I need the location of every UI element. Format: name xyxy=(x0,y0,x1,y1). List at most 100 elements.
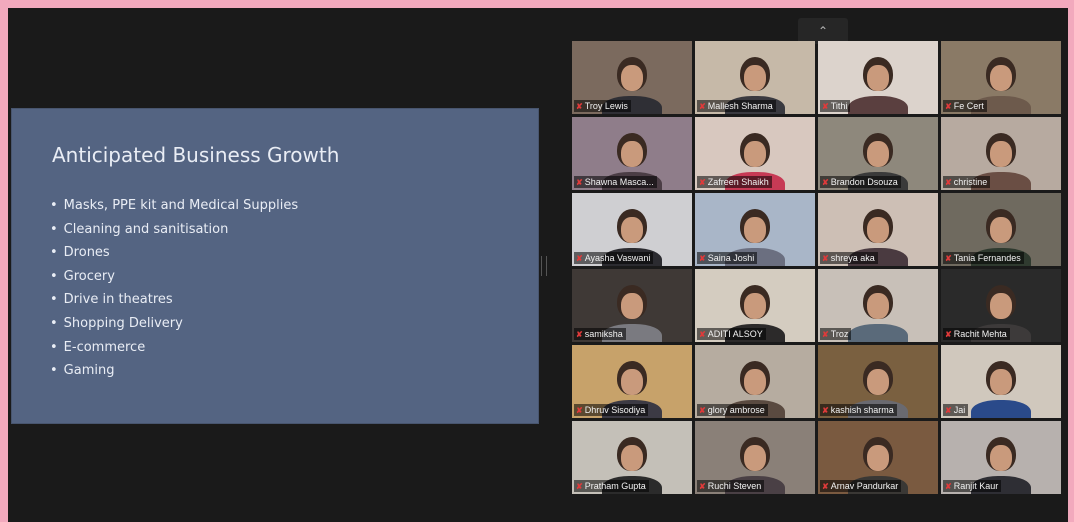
slide-bullet: Gaming xyxy=(50,359,298,383)
participant-name-label: ✘ Ruchi Steven xyxy=(697,480,765,492)
participant-name-label: ✘ Pratham Gupta xyxy=(574,480,649,492)
participant-gallery: ✘ Troy Lewis ✘ Mallesh Sharma ✘ Tithi ✘ Fe Cert… xyxy=(572,41,1061,494)
participant-video-tile[interactable]: ✘ Tithi xyxy=(818,41,938,114)
participant-name: Jai xyxy=(953,405,966,415)
panel-resize-handle[interactable] xyxy=(541,256,547,276)
participant-video-tile[interactable]: ✘ ADITI ALSOY xyxy=(695,269,815,342)
participant-name-label: ✘ Arnav Pandurkar xyxy=(820,480,902,492)
muted-mic-icon: ✘ xyxy=(576,481,583,491)
muted-mic-icon: ✘ xyxy=(945,177,952,187)
participant-name-label: ✘ shreya aka xyxy=(820,252,878,264)
participant-face xyxy=(867,141,889,167)
participant-video-tile[interactable]: ✘ Zafreen Shaikh xyxy=(695,117,815,190)
participant-video-tile[interactable]: ✘ Rachit Mehta xyxy=(941,269,1061,342)
participant-face xyxy=(621,445,643,471)
participant-video-tile[interactable]: ✘ shreya aka xyxy=(818,193,938,266)
muted-mic-icon: ✘ xyxy=(576,329,583,339)
muted-mic-icon: ✘ xyxy=(576,405,583,415)
slide-bullet-list: Masks, PPE kit and Medical Supplies Clea… xyxy=(50,194,298,383)
participant-name: samiksha xyxy=(584,329,623,339)
participant-face xyxy=(867,217,889,243)
participant-face xyxy=(744,217,766,243)
participant-face xyxy=(744,369,766,395)
participant-name: Tithi xyxy=(830,101,848,111)
participant-video-tile[interactable]: ✘ christine xyxy=(941,117,1061,190)
participant-name: Rachit Mehta xyxy=(953,329,1007,339)
chevron-up-icon: ⌃ xyxy=(817,24,829,38)
participant-name-label: ✘ samiksha xyxy=(574,328,626,340)
participant-name: Arnav Pandurkar xyxy=(830,481,899,491)
participant-name-label: ✘ Rachit Mehta xyxy=(943,328,1010,340)
participant-video-tile[interactable]: ✘ Mallesh Sharma xyxy=(695,41,815,114)
participant-name-label: ✘ Ranjit Kaur xyxy=(943,480,1002,492)
participant-name-label: ✘ Mallesh Sharma xyxy=(697,100,776,112)
muted-mic-icon: ✘ xyxy=(822,177,829,187)
muted-mic-icon: ✘ xyxy=(945,405,952,415)
participant-silhouette-body xyxy=(848,324,908,342)
participant-face xyxy=(744,445,766,471)
shared-screen-slide: Anticipated Business Growth Masks, PPE k… xyxy=(11,108,539,424)
participant-face xyxy=(621,141,643,167)
muted-mic-icon: ✘ xyxy=(699,101,706,111)
participant-face xyxy=(990,445,1012,471)
participant-video-tile[interactable]: ✘ Ruchi Steven xyxy=(695,421,815,494)
participant-video-tile[interactable]: ✘ Pratham Gupta xyxy=(572,421,692,494)
participant-name-label: ✘ Fe Cert xyxy=(943,100,987,112)
participant-video-tile[interactable]: ✘ Saina Joshi xyxy=(695,193,815,266)
participant-name: ADITI ALSOY xyxy=(707,329,763,339)
participant-video-tile[interactable]: ✘ samiksha xyxy=(572,269,692,342)
participant-name-label: ✘ Troz xyxy=(820,328,852,340)
participant-video-tile[interactable]: ✘ Fe Cert xyxy=(941,41,1061,114)
participant-video-tile[interactable]: ✘ Ranjit Kaur xyxy=(941,421,1061,494)
participant-video-tile[interactable]: ✘ Jai xyxy=(941,345,1061,418)
participant-name-label: ✘ Shawna Masca... xyxy=(574,176,657,188)
participant-name-label: ✘ Ayasha Vaswani xyxy=(574,252,654,264)
participant-name: Zafreen Shaikh xyxy=(707,177,769,187)
participant-face xyxy=(867,293,889,319)
participant-face xyxy=(621,217,643,243)
participant-name: Dhruv Sisodiya xyxy=(584,405,646,415)
participant-name: kashish sharma xyxy=(830,405,894,415)
muted-mic-icon: ✘ xyxy=(945,329,952,339)
muted-mic-icon: ✘ xyxy=(576,177,583,187)
slide-bullet: Drive in theatres xyxy=(50,288,298,312)
muted-mic-icon: ✘ xyxy=(699,405,706,415)
participant-name-label: ✘ ADITI ALSOY xyxy=(697,328,766,340)
participant-video-tile[interactable]: ✘ Troy Lewis xyxy=(572,41,692,114)
participant-name-label: ✘ Troy Lewis xyxy=(574,100,631,112)
participant-video-tile[interactable]: ✘ Arnav Pandurkar xyxy=(818,421,938,494)
muted-mic-icon: ✘ xyxy=(945,253,952,263)
participant-face xyxy=(621,293,643,319)
participant-name: Troz xyxy=(830,329,849,339)
muted-mic-icon: ✘ xyxy=(945,481,952,491)
participant-video-tile[interactable]: ✘ Ayasha Vaswani xyxy=(572,193,692,266)
participant-name: Troy Lewis xyxy=(584,101,628,111)
muted-mic-icon: ✘ xyxy=(576,253,583,263)
muted-mic-icon: ✘ xyxy=(822,329,829,339)
participant-name-label: ✘ Tania Fernandes xyxy=(943,252,1024,264)
participant-video-tile[interactable]: ✘ glory ambrose xyxy=(695,345,815,418)
participant-name: glory ambrose xyxy=(707,405,765,415)
participant-face xyxy=(744,141,766,167)
muted-mic-icon: ✘ xyxy=(576,101,583,111)
participant-face xyxy=(990,217,1012,243)
participant-name-label: ✘ Jai xyxy=(943,404,969,416)
participant-name: Fe Cert xyxy=(953,101,984,111)
participant-name: Brandon Dsouza xyxy=(830,177,898,187)
participant-video-tile[interactable]: ✘ Troz xyxy=(818,269,938,342)
muted-mic-icon: ✘ xyxy=(945,101,952,111)
participant-face xyxy=(744,65,766,91)
meeting-window: ⌃ Anticipated Business Growth Masks, PPE… xyxy=(8,8,1068,522)
participant-video-tile[interactable]: ✘ Shawna Masca... xyxy=(572,117,692,190)
participant-video-tile[interactable]: ✘ kashish sharma xyxy=(818,345,938,418)
participant-name: Pratham Gupta xyxy=(584,481,646,491)
participant-video-tile[interactable]: ✘ Dhruv Sisodiya xyxy=(572,345,692,418)
participant-name-label: ✘ christine xyxy=(943,176,991,188)
participant-video-tile[interactable]: ✘ Brandon Dsouza xyxy=(818,117,938,190)
participant-face xyxy=(867,445,889,471)
participant-name: Ranjit Kaur xyxy=(953,481,999,491)
muted-mic-icon: ✘ xyxy=(699,253,706,263)
participant-video-tile[interactable]: ✘ Tania Fernandes xyxy=(941,193,1061,266)
participant-face xyxy=(867,369,889,395)
participant-face xyxy=(867,65,889,91)
